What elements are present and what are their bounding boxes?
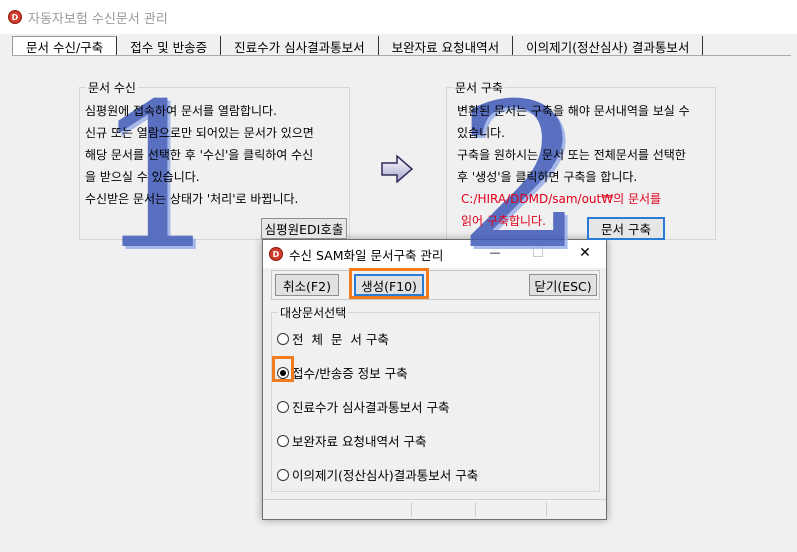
hira-edi-call-button[interactable]: 심평원EDI호출 — [261, 218, 347, 239]
build-line: 있습니다. — [457, 126, 505, 140]
tab-divider — [12, 55, 791, 56]
option-supplement-request[interactable]: 보완자료 요청내역서 구축 — [277, 431, 426, 450]
build-path-line: 읽어 구축합니다. — [461, 214, 546, 228]
target-document-group: 대상문서선택 전 체 문 서 구축 접수/반송증 정보 구축 진료수가 심사결과… — [271, 304, 600, 492]
selected-option-highlight — [272, 356, 294, 382]
receive-line: 을 받으실 수 있습니다. — [85, 170, 200, 184]
option-review-result[interactable]: 진료수가 심사결과통보서 구축 — [277, 397, 449, 416]
option-label: 접수/반송증 정보 구축 — [292, 366, 408, 381]
status-divider — [411, 502, 412, 517]
build-documents-button[interactable]: 문서 구축 — [587, 217, 665, 240]
receive-group: 문서 수신 1 심평원에 접속하여 문서를 열람합니다. 신규 또는 열람으로만… — [79, 78, 350, 278]
option-label: 이의제기(정산심사)결과통보서 구축 — [292, 468, 479, 483]
tab-receive-build[interactable]: 문서 수신/구축 — [12, 36, 118, 56]
build-line: 구축을 원하시는 문서 또는 전체문서를 선택한 — [457, 148, 686, 162]
status-divider — [546, 502, 547, 517]
window-title: 자동자보험 수신문서 관리 — [28, 11, 168, 27]
tab-receipt-return[interactable]: 접수 및 반송증 — [117, 36, 222, 56]
tab-supplement-request[interactable]: 보완자료 요청내역서 — [378, 36, 514, 56]
option-receipt-return[interactable]: 접수/반송증 정보 구축 — [277, 363, 408, 382]
radio-supplement-request[interactable] — [277, 434, 289, 447]
generate-highlight — [349, 268, 429, 299]
cancel-button[interactable]: 취소(F2) — [275, 274, 339, 296]
option-objection-result[interactable]: 이의제기(정산심사)결과통보서 구축 — [277, 465, 478, 484]
option-label: 진료수가 심사결과통보서 구축 — [292, 400, 450, 415]
option-label: 보완자료 요청내역서 구축 — [292, 434, 427, 449]
radio-review-result[interactable] — [277, 400, 289, 413]
radio-objection-result[interactable] — [277, 468, 289, 481]
build-group: 문서 구축 2 변환된 문서는 구축을 해야 문서내역을 보실 수 있습니다. … — [446, 78, 716, 278]
build-line: 변환된 문서는 구축을 해야 문서내역을 보실 수 — [457, 104, 690, 118]
dialog-statusbar — [263, 499, 606, 519]
status-divider — [475, 502, 476, 517]
tab-bar: 문서 수신/구축 접수 및 반송증 진료수가 심사결과통보서 보완자료 요청내역… — [12, 34, 704, 56]
radio-all-documents[interactable] — [277, 332, 289, 345]
app-logo-icon: D — [8, 10, 22, 24]
receive-instructions: 심평원에 접속하여 문서를 열람합니다. 신규 또는 열람으로만 되어있는 문서… — [85, 100, 345, 210]
receive-line: 신규 또는 열람으로만 되어있는 문서가 있으면 — [85, 126, 314, 140]
dialog-logo-icon: D — [269, 247, 283, 261]
dialog-title: 수신 SAM화일 문서구축 관리 — [289, 247, 444, 263]
build-path-line: C:/HIRA/DDMD/sam/out₩의 문서를 — [461, 192, 662, 206]
build-instructions: 변환된 문서는 구축을 해야 문서내역을 보실 수 있습니다. 구축을 원하시는… — [457, 100, 711, 232]
main-titlebar[interactable]: D 자동자보험 수신문서 관리 — [0, 0, 797, 34]
option-all-documents[interactable]: 전 체 문 서 구축 — [277, 329, 389, 348]
target-document-title: 대상문서선택 — [278, 304, 349, 321]
receive-line: 심평원에 접속하여 문서를 열람합니다. — [85, 104, 277, 118]
receive-line: 해당 문서를 선택한 후 '수신'을 클릭하여 수신 — [85, 148, 314, 162]
tab-review-result[interactable]: 진료수가 심사결과통보서 — [221, 36, 379, 56]
option-label: 전 체 문 서 구축 — [292, 332, 389, 347]
arrow-right-icon — [381, 155, 413, 183]
receive-line: 수신받은 문서는 상태가 '처리'로 바뀝니다. — [85, 192, 299, 206]
build-line: 후 '생성'을 클릭하면 구축을 합니다. — [457, 170, 638, 184]
tab-objection-result[interactable]: 이의제기(정산심사) 결과통보서 — [513, 36, 704, 56]
